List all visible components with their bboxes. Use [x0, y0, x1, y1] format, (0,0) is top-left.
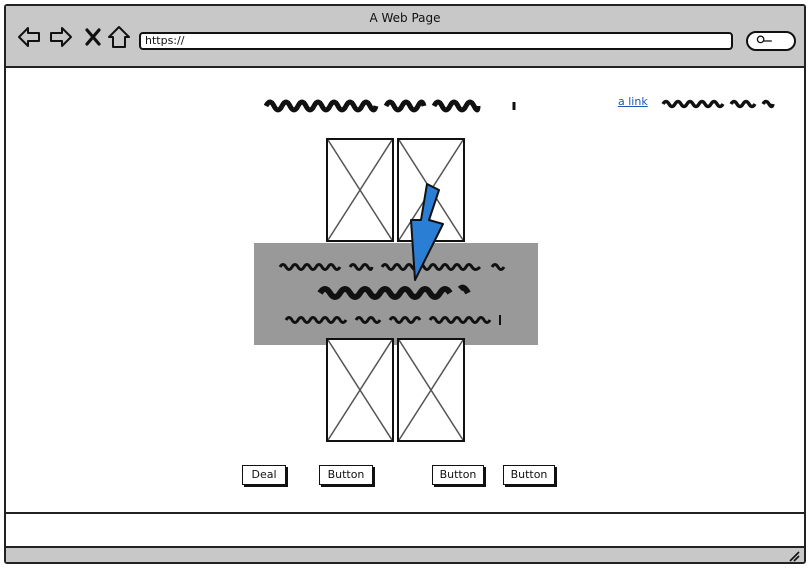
browser-toolbar: A Web Page https://: [6, 6, 804, 68]
browser-window: A Web Page https:// a link Deal Button B…: [4, 4, 806, 564]
button-1[interactable]: Button: [319, 465, 373, 485]
url-text: https://: [145, 34, 185, 47]
button-2[interactable]: Button: [432, 465, 484, 485]
status-bar: [6, 546, 804, 562]
caption-scribble: [278, 263, 506, 325]
down-arrow-icon: [410, 183, 444, 281]
heading-scribble: [264, 99, 516, 113]
header-link[interactable]: a link: [618, 95, 648, 108]
header-scribble: [661, 99, 775, 109]
close-icon[interactable]: [80, 24, 106, 50]
back-arrow-icon[interactable]: [16, 24, 42, 50]
button-3[interactable]: Button: [503, 465, 555, 485]
resize-grip-icon[interactable]: [788, 550, 800, 562]
deal-button[interactable]: Deal: [242, 465, 286, 485]
caption-overlay: [254, 243, 538, 345]
image-placeholder: [326, 338, 394, 442]
search-button[interactable]: [746, 31, 796, 51]
home-icon[interactable]: [106, 24, 132, 50]
image-placeholder: [326, 138, 394, 242]
page-content: a link Deal Button Button Button: [6, 68, 804, 512]
window-title: A Web Page: [369, 11, 441, 25]
forward-arrow-icon[interactable]: [48, 24, 74, 50]
image-placeholder: [397, 338, 465, 442]
page-footer: [6, 512, 804, 546]
address-bar[interactable]: https://: [139, 32, 733, 50]
